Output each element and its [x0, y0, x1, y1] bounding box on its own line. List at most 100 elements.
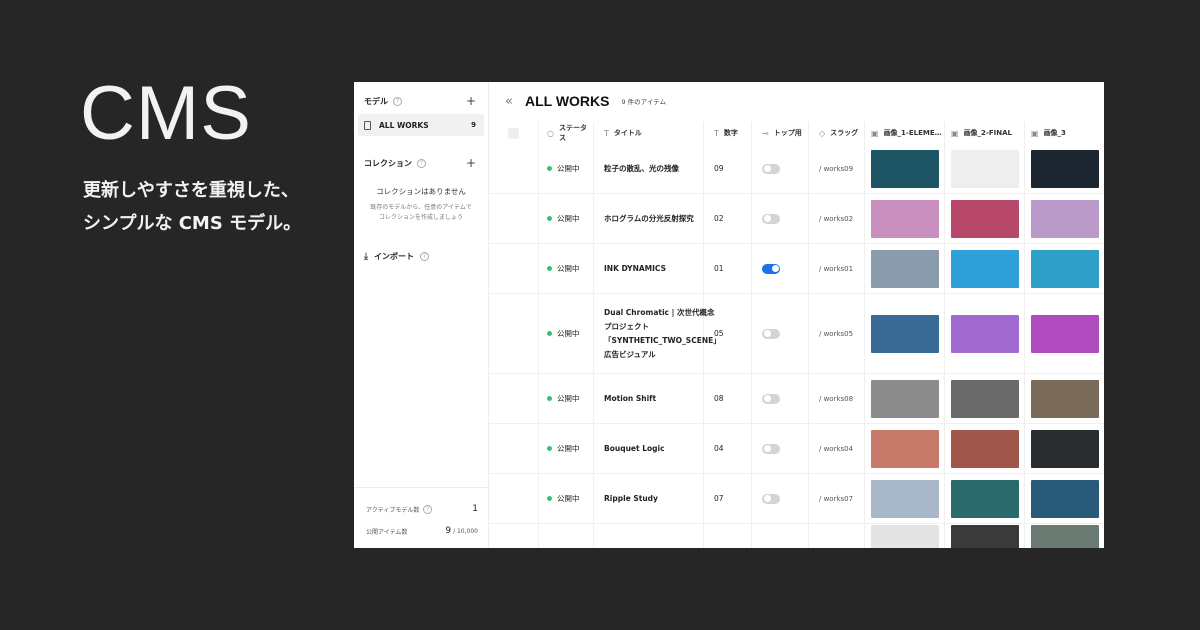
title-cell[interactable]: 粒子の散乱、光の残像 [594, 144, 704, 193]
image-thumbnail[interactable] [1031, 429, 1099, 468]
title-cell[interactable] [594, 524, 704, 548]
table-row[interactable] [489, 524, 1104, 548]
column-label: 数字 [723, 129, 738, 137]
image-thumbnail[interactable] [1031, 199, 1099, 238]
column-label: トップ用 [773, 129, 802, 137]
image-thumbnail[interactable] [1031, 524, 1099, 548]
status-cell [539, 524, 594, 548]
image-cell [865, 374, 945, 423]
top-toggle[interactable] [762, 443, 780, 454]
image-thumbnail[interactable] [951, 429, 1019, 468]
title-cell[interactable]: Bouquet Logic [594, 424, 704, 473]
number-cell[interactable]: 04 [704, 424, 752, 473]
table-row[interactable]: 公開中 INK DYNAMICS 01 / works01 [489, 244, 1104, 294]
add-collection-icon[interactable]: + [466, 156, 476, 170]
image-thumbnail[interactable] [871, 314, 939, 353]
image-thumbnail[interactable] [951, 379, 1019, 418]
published-items-limit: / 10,000 [451, 528, 478, 535]
help-icon[interactable]: ? [417, 158, 426, 168]
help-icon[interactable]: ? [419, 252, 429, 261]
image-thumbnail[interactable] [951, 249, 1019, 288]
sidebar-item-count: 9 [471, 121, 476, 129]
table-row[interactable]: 公開中 Dual Chromatic | 次世代概念プロジェクト「SYNTHET… [489, 294, 1104, 374]
image-thumbnail[interactable] [1031, 249, 1099, 288]
status-cell: 公開中 [539, 244, 594, 293]
slug-cell[interactable]: / works05 [809, 294, 865, 373]
text-icon: T [714, 128, 719, 138]
number-cell[interactable]: 09 [704, 144, 752, 193]
number-cell[interactable] [704, 524, 752, 548]
slug-cell[interactable]: / works09 [809, 144, 865, 193]
number-cell[interactable]: 05 [704, 294, 752, 373]
column-header-status[interactable]: ○ ステータス [539, 122, 594, 144]
slug-cell[interactable]: / works07 [809, 474, 865, 523]
table-row[interactable]: 公開中 Ripple Study 07 / works07 [489, 474, 1104, 524]
image-thumbnail[interactable] [871, 524, 939, 548]
column-header-image2[interactable]: ▣ 画像_2-FINAL [945, 122, 1025, 144]
slug-cell[interactable] [809, 524, 865, 548]
select-all-checkbox[interactable] [508, 127, 519, 139]
top-toggle[interactable] [762, 163, 780, 174]
column-header-image1[interactable]: ▣ 画像_1-ELEME… [865, 122, 945, 144]
slug-cell[interactable]: / works08 [809, 374, 865, 423]
collapse-sidebar-icon[interactable]: « [505, 94, 513, 109]
image-icon: ▣ [871, 128, 879, 138]
image-thumbnail[interactable] [1031, 149, 1099, 188]
collections-label: コレクション [364, 158, 412, 168]
image-thumbnail[interactable] [951, 149, 1019, 188]
image-cell [865, 424, 945, 473]
number-cell[interactable]: 01 [704, 244, 752, 293]
slug-cell[interactable]: / works02 [809, 194, 865, 243]
sidebar-item-all-works[interactable]: ALL WORKS 9 [358, 114, 484, 136]
add-model-icon[interactable]: + [466, 94, 476, 108]
number-cell[interactable]: 07 [704, 474, 752, 523]
help-icon[interactable]: ? [393, 96, 402, 106]
top-toggle[interactable] [762, 393, 780, 404]
sidebar-footer: アクティブモデル数 ? 1 公開アイテム数 9 / 10,000 [354, 487, 488, 548]
image-thumbnail[interactable] [1031, 479, 1099, 518]
image-thumbnail[interactable] [871, 379, 939, 418]
image-thumbnail[interactable] [871, 199, 939, 238]
column-header-slug[interactable]: ◇ スラッグ [809, 122, 865, 144]
import-button[interactable]: ⤓ インポート ? [354, 251, 488, 262]
title-cell[interactable]: INK DYNAMICS [594, 244, 704, 293]
image-thumbnail[interactable] [871, 149, 939, 188]
title-cell[interactable]: Dual Chromatic | 次世代概念プロジェクト「SYNTHETIC_T… [594, 294, 721, 373]
number-cell[interactable]: 02 [704, 194, 752, 243]
empty-desc-line2: コレクションを作成しましょう [378, 214, 463, 221]
sidebar: モデル ? + ALL WORKS 9 コレクション ? + コレクションはあり… [354, 82, 489, 548]
top-toggle[interactable] [762, 213, 780, 224]
image-thumbnail[interactable] [871, 249, 939, 288]
table-row[interactable]: 公開中 粒子の散乱、光の残像 09 / works09 [489, 144, 1104, 194]
top-toggle[interactable] [762, 263, 780, 274]
image-thumbnail[interactable] [1031, 379, 1099, 418]
image-thumbnail[interactable] [951, 314, 1019, 353]
column-header-image3[interactable]: ▣ 画像_3 [1025, 122, 1104, 144]
column-header-top[interactable]: ⊸ トップ用 [752, 122, 809, 144]
title-cell[interactable]: Motion Shift [594, 374, 704, 423]
title-cell[interactable]: ホログラムの分光反射探究 [594, 194, 704, 243]
image-thumbnail[interactable] [871, 479, 939, 518]
status-cell: 公開中 [539, 194, 594, 243]
image-thumbnail[interactable] [871, 429, 939, 468]
table-row[interactable]: 公開中 Motion Shift 08 / works08 [489, 374, 1104, 424]
top-cell [752, 424, 809, 473]
table-row[interactable]: 公開中 ホログラムの分光反射探究 02 / works02 [489, 194, 1104, 244]
image-thumbnail[interactable] [951, 199, 1019, 238]
top-toggle[interactable] [762, 328, 780, 339]
slug-cell[interactable]: / works04 [809, 424, 865, 473]
column-header-title[interactable]: T タイトル [594, 122, 704, 144]
image-thumbnail[interactable] [951, 524, 1019, 548]
slug-cell[interactable]: / works01 [809, 244, 865, 293]
image-cell [1025, 144, 1104, 193]
row-select-cell [489, 524, 539, 548]
download-icon: ⤓ [364, 251, 368, 262]
top-toggle[interactable] [762, 493, 780, 504]
image-thumbnail[interactable] [951, 479, 1019, 518]
table-row[interactable]: 公開中 Bouquet Logic 04 / works04 [489, 424, 1104, 474]
title-cell[interactable]: Ripple Study [594, 474, 704, 523]
help-icon[interactable]: ? [423, 504, 433, 514]
number-cell[interactable]: 08 [704, 374, 752, 423]
image-thumbnail[interactable] [1031, 314, 1099, 353]
column-header-number[interactable]: T 数字 [704, 122, 752, 144]
